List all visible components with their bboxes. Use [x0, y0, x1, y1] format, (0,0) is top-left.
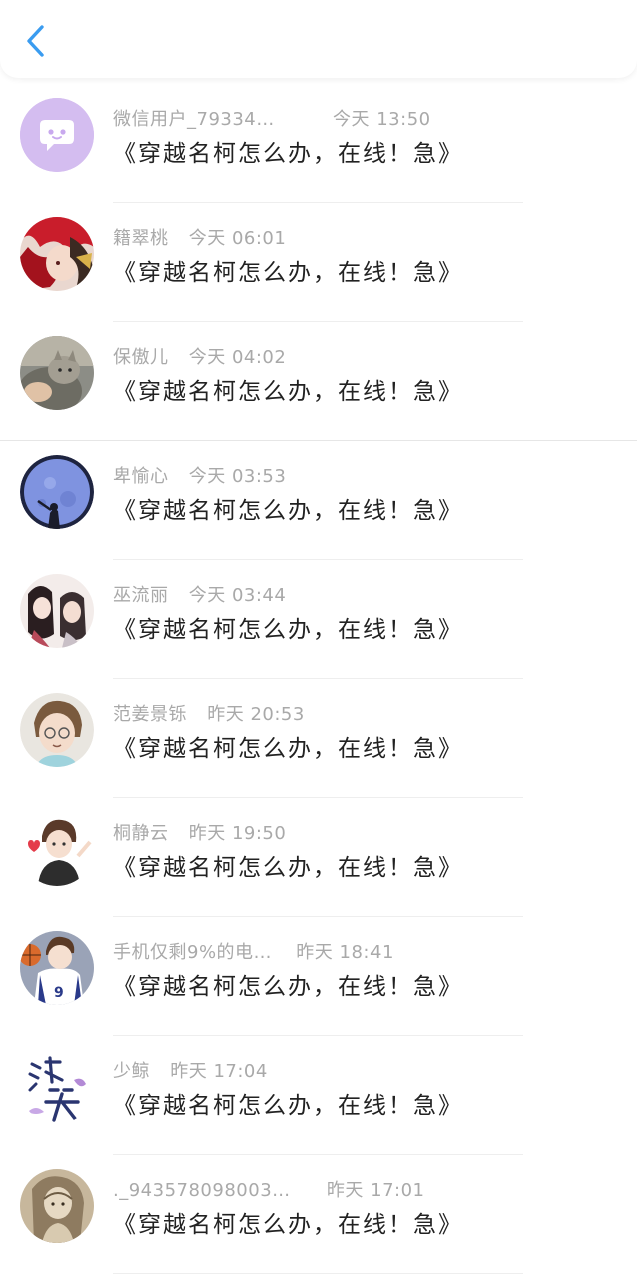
- user-name: 桐静云: [113, 823, 169, 844]
- cartoon-boy-heart-avatar[interactable]: [20, 812, 94, 886]
- item-meta: 范姜景铄 昨天 20:53: [113, 700, 305, 726]
- list-item[interactable]: 巫流丽 今天 03:44 《穿越名柯怎么办，在线！急》: [0, 560, 637, 679]
- item-meta: 籍翠桃 今天 06:01: [113, 224, 286, 250]
- list-item[interactable]: ._943578098003… 昨天 17:01 《穿越名柯怎么办，在线！急》: [0, 1155, 637, 1274]
- timestamp: 昨天 19:50: [188, 823, 287, 844]
- sketch-girl-avatar[interactable]: [20, 1169, 94, 1243]
- ancient-couple-avatar[interactable]: [20, 574, 94, 648]
- list-item[interactable]: 少鲸 昨天 17:04 《穿越名柯怎么办，在线！急》: [0, 1036, 637, 1155]
- message-text: 《穿越名柯怎么办，在线！急》: [113, 498, 463, 524]
- timestamp: 今天 13:50: [333, 109, 431, 130]
- cat-photo-avatar[interactable]: [20, 336, 94, 410]
- message-list: 微信用户_79334… 今天 13:50 《穿越名柯怎么办，在线！急》 籍翠桃 …: [0, 84, 637, 1274]
- timestamp: 昨天 17:04: [170, 1061, 268, 1082]
- user-name: 手机仅剩9%的电…: [113, 942, 273, 963]
- timestamp: 今天 03:53: [188, 466, 287, 487]
- timestamp: 今天 03:44: [188, 585, 287, 606]
- item-meta: ._943578098003… 昨天 17:01: [113, 1176, 425, 1202]
- user-name: 范姜景铄: [113, 704, 187, 725]
- cartoon-boy-glasses-avatar[interactable]: [20, 693, 94, 767]
- timestamp: 今天 06:01: [188, 228, 287, 249]
- message-text: 《穿越名柯怎么办，在线！急》: [113, 141, 463, 167]
- wechat-default-avatar[interactable]: [20, 98, 94, 172]
- user-name: 微信用户_79334…: [113, 109, 275, 130]
- moon-night-avatar[interactable]: [20, 455, 94, 529]
- list-item[interactable]: 范姜景铄 昨天 20:53 《穿越名柯怎么办，在线！急》: [0, 679, 637, 798]
- calligraphy-text-avatar[interactable]: [20, 1050, 94, 1124]
- message-text: 《穿越名柯怎么办，在线！急》: [113, 736, 463, 762]
- timestamp: 昨天 17:01: [326, 1180, 425, 1201]
- list-item[interactable]: 籍翠桃 今天 06:01 《穿越名柯怎么办，在线！急》: [0, 203, 637, 322]
- divider: [113, 1273, 523, 1274]
- user-name: 籍翠桃: [113, 228, 169, 249]
- item-meta: 少鲸 昨天 17:04: [113, 1057, 268, 1083]
- basketball-boy-avatar[interactable]: 9: [20, 931, 94, 1005]
- user-name: 巫流丽: [113, 585, 169, 606]
- item-meta: 巫流丽 今天 03:44: [113, 581, 286, 607]
- timestamp: 昨天 20:53: [207, 704, 305, 725]
- item-meta: 手机仅剩9%的电… 昨天 18:41: [113, 938, 394, 964]
- list-item[interactable]: 保傲儿 今天 04:02 《穿越名柯怎么办，在线！急》: [0, 322, 637, 441]
- message-text: 《穿越名柯怎么办，在线！急》: [113, 617, 463, 643]
- back-button[interactable]: [16, 18, 56, 64]
- timestamp: 昨天 18:41: [296, 942, 394, 963]
- svg-text:9: 9: [54, 985, 64, 1001]
- user-name: 保傲儿: [113, 347, 169, 368]
- item-meta: 卑愉心 今天 03:53: [113, 462, 286, 488]
- user-name: 卑愉心: [113, 466, 169, 487]
- anime-redhair-avatar[interactable]: [20, 217, 94, 291]
- item-meta: 微信用户_79334… 今天 13:50: [113, 105, 431, 131]
- list-item[interactable]: 桐静云 昨天 19:50 《穿越名柯怎么办，在线！急》: [0, 798, 637, 917]
- chevron-left-icon: [27, 25, 44, 57]
- item-meta: 桐静云 昨天 19:50: [113, 819, 286, 845]
- item-meta: 保傲儿 今天 04:02: [113, 343, 286, 369]
- list-item[interactable]: 微信用户_79334… 今天 13:50 《穿越名柯怎么办，在线！急》: [0, 84, 637, 203]
- message-text: 《穿越名柯怎么办，在线！急》: [113, 379, 463, 405]
- user-name: 少鲸: [113, 1061, 150, 1082]
- list-item[interactable]: 9 手机仅剩9%的电… 昨天 18:41 《穿越名柯怎么办，在线！急》: [0, 917, 637, 1036]
- list-item[interactable]: 卑愉心 今天 03:53 《穿越名柯怎么办，在线！急》: [0, 441, 637, 560]
- message-text: 《穿越名柯怎么办，在线！急》: [113, 855, 463, 881]
- message-text: 《穿越名柯怎么办，在线！急》: [113, 974, 463, 1000]
- message-text: 《穿越名柯怎么办，在线！急》: [113, 1093, 463, 1119]
- message-text: 《穿越名柯怎么办，在线！急》: [113, 260, 463, 286]
- timestamp: 今天 04:02: [188, 347, 287, 368]
- message-text: 《穿越名柯怎么办，在线！急》: [113, 1212, 463, 1238]
- top-bar: [0, 0, 637, 78]
- user-name: ._943578098003…: [113, 1180, 291, 1201]
